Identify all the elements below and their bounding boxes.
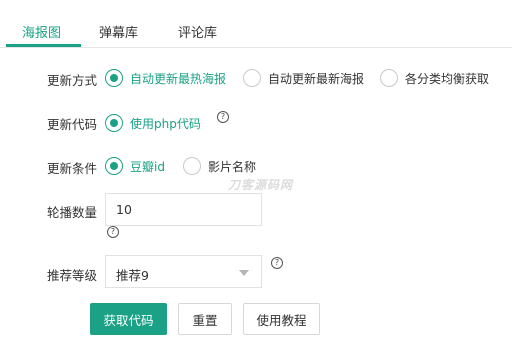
radio-circle [380,69,398,87]
update-code-label: 更新代码 [47,117,98,132]
radio-circle [105,69,123,87]
radio-balanced-categories[interactable]: 各分类均衡获取 [380,68,489,88]
carousel-count-help-icon[interactable]: ? [107,226,119,238]
radio-label: 自动更新最热海报 [130,71,227,86]
radio-label: 影片名称 [208,159,257,174]
tab-comments[interactable]: 评论库 [178,22,217,41]
active-tab-indicator [6,44,81,47]
select-value: 推荐9 [116,268,149,283]
recommend-level-select[interactable]: 推荐9 [105,255,262,288]
reset-button[interactable]: 重置 [178,303,232,335]
tab-danmaku[interactable]: 弹幕库 [99,22,138,41]
recommend-level-label: 推荐等级 [47,268,98,283]
radio-label: 各分类均衡获取 [405,71,490,86]
watermark: 刀客源码网 [228,178,294,192]
radio-douban-id[interactable]: 豆瓣id [105,156,165,176]
radio-hottest-posters[interactable]: 自动更新最热海报 [105,68,226,88]
radio-movie-name[interactable]: 影片名称 [183,156,256,176]
update-condition-label: 更新条件 [47,161,98,176]
tutorial-button[interactable]: 使用教程 [243,303,320,335]
update-code-help-icon[interactable]: ? [217,111,229,123]
chevron-down-icon [239,270,249,276]
tab-poster[interactable]: 海报图 [22,22,61,41]
radio-label: 使用php代码 [130,116,201,131]
get-code-button[interactable]: 获取代码 [90,303,167,335]
radio-circle [105,157,123,175]
radio-label: 自动更新最新海报 [268,71,365,86]
radio-circle [105,114,123,132]
radio-circle [183,157,201,175]
tab-bar: 海报图 弹幕库 评论库 [0,0,512,48]
radio-circle [243,69,261,87]
recommend-level-help-icon[interactable]: ? [271,257,283,269]
update-mode-label: 更新方式 [47,73,98,88]
carousel-count-label: 轮播数量 [47,205,98,220]
carousel-count-input[interactable] [105,193,262,226]
radio-use-php-code[interactable]: 使用php代码 [105,113,201,133]
radio-newest-posters[interactable]: 自动更新最新海报 [243,68,364,88]
radio-label: 豆瓣id [130,159,165,174]
